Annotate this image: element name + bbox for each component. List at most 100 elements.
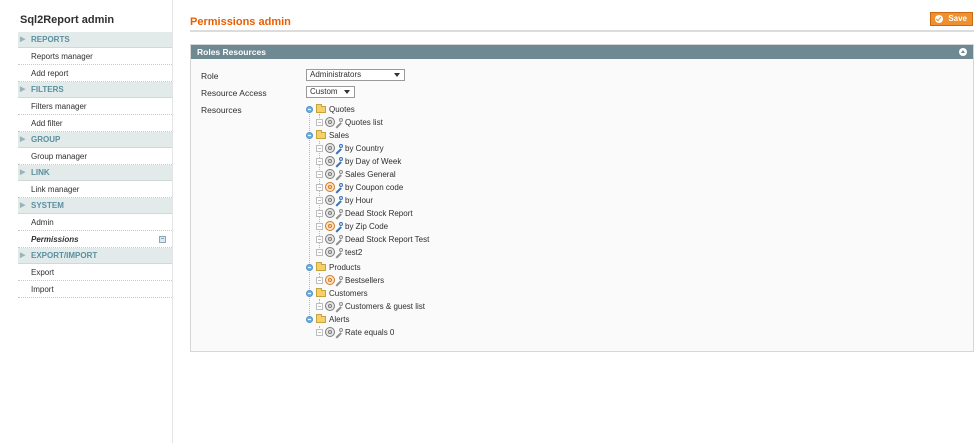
key-icon <box>334 196 343 205</box>
nav-section-export-import[interactable]: ▶ EXPORT/IMPORT <box>18 248 172 264</box>
save-button[interactable]: Save <box>930 12 973 26</box>
tree-leaf-label: by Day of Week <box>345 157 402 166</box>
collapse-toggle-icon[interactable] <box>306 316 313 323</box>
key-icon <box>334 157 343 166</box>
collapse-icon[interactable] <box>959 48 967 56</box>
tree-leaf-label: by Zip Code <box>345 222 389 231</box>
key-icon <box>334 183 343 192</box>
floppy-icon <box>159 236 166 243</box>
tree-leaf-label: by Hour <box>345 196 374 205</box>
tree-folder-label: Sales <box>329 131 350 140</box>
chevron-right-icon: ▶ <box>20 202 26 209</box>
resource-access-label: Resource Access <box>201 88 267 98</box>
sidebar-item-reports-manager[interactable]: Reports manager <box>18 48 172 65</box>
expand-plus-icon[interactable] <box>316 329 323 336</box>
expand-plus-icon[interactable] <box>316 236 323 243</box>
chevron-right-icon: ▶ <box>20 252 26 259</box>
folder-open-icon <box>316 314 326 323</box>
key-icon <box>334 328 343 337</box>
chevron-down-icon <box>394 73 400 77</box>
key-icon <box>334 235 343 244</box>
tree-folder-label: Products <box>329 263 361 272</box>
tree-leaf-label: by Coupon code <box>345 183 404 192</box>
expand-plus-icon[interactable] <box>316 197 323 204</box>
sidebar-item-export[interactable]: Export <box>18 264 172 281</box>
expand-plus-icon[interactable] <box>316 223 323 230</box>
nav-section-filters[interactable]: ▶ FILTERS <box>18 82 172 98</box>
key-icon <box>334 209 343 218</box>
collapse-toggle-icon[interactable] <box>306 264 313 271</box>
folder-open-icon <box>316 104 326 113</box>
sidebar-item-link-manager[interactable]: Link manager <box>18 181 172 198</box>
key-icon <box>334 302 343 311</box>
roles-resources-panel: Roles Resources Role Administrators Reso… <box>190 44 974 352</box>
expand-plus-icon[interactable] <box>316 158 323 165</box>
tree-leaf-label: Sales General <box>345 170 396 179</box>
expand-plus-icon[interactable] <box>316 171 323 178</box>
title-divider <box>190 30 974 32</box>
resource-access-value: Custom <box>310 87 338 96</box>
chevron-right-icon: ▶ <box>20 136 26 143</box>
nav-section-label: GROUP <box>31 135 61 144</box>
nav-section-label: REPORTS <box>31 35 70 44</box>
sidebar-item-add-filter[interactable]: Add filter <box>18 115 172 132</box>
tree-leaf-label: Dead Stock Report Test <box>345 235 430 244</box>
nav-section-label: EXPORT/IMPORT <box>31 251 98 260</box>
sidebar-item-admin[interactable]: Admin <box>18 214 172 231</box>
resource-access-select[interactable]: Custom <box>306 86 355 98</box>
tree-leaf-label: Rate equals 0 <box>345 328 395 337</box>
sidebar-item-import[interactable]: Import <box>18 281 172 298</box>
nav-section-label: LINK <box>31 168 50 177</box>
folder-open-icon <box>316 262 326 271</box>
key-icon <box>334 144 343 153</box>
expand-plus-icon[interactable] <box>316 119 323 126</box>
key-icon <box>334 118 343 127</box>
expand-plus-icon[interactable] <box>316 184 323 191</box>
nav-section-reports[interactable]: ▶ REPORTS <box>18 32 172 48</box>
tree-leaf-label: Dead Stock Report <box>345 209 413 218</box>
chevron-right-icon: ▶ <box>20 86 26 93</box>
expand-plus-icon[interactable] <box>316 249 323 256</box>
tree-leaf-label: test2 <box>345 248 363 257</box>
tree-leaf-label: by Country <box>345 144 384 153</box>
tree-folder-label: Customers <box>329 289 368 298</box>
sidebar-nav: ▶ REPORTS Reports manager Add report ▶ FIL… <box>18 32 172 298</box>
chevron-right-icon: ▶ <box>20 169 26 176</box>
nav-section-system[interactable]: ▶ SYSTEM <box>18 198 172 214</box>
tree-leaf-label: Quotes list <box>345 118 383 127</box>
key-icon <box>334 170 343 179</box>
sidebar-item-filters-manager[interactable]: Filters manager <box>18 98 172 115</box>
sidebar-title: Sql2Report admin <box>20 14 115 26</box>
sidebar-item-permissions[interactable]: Permissions <box>18 231 172 248</box>
collapse-toggle-icon[interactable] <box>306 290 313 297</box>
role-select[interactable]: Administrators <box>306 69 405 81</box>
page-title: Permissions admin <box>190 16 291 28</box>
expand-plus-icon[interactable] <box>316 303 323 310</box>
sidebar: Sql2Report admin ▶ REPORTS Reports manage… <box>0 0 173 443</box>
expand-plus-icon[interactable] <box>316 277 323 284</box>
expand-plus-icon[interactable] <box>316 210 323 217</box>
key-icon <box>334 248 343 257</box>
nav-section-link[interactable]: ▶ LINK <box>18 165 172 181</box>
nav-section-label: SYSTEM <box>31 201 64 210</box>
sidebar-item-add-report[interactable]: Add report <box>18 65 172 82</box>
folder-open-icon <box>316 130 326 139</box>
nav-section-label: FILTERS <box>31 85 64 94</box>
role-select-value: Administrators <box>310 70 362 79</box>
sidebar-item-group-manager[interactable]: Group manager <box>18 148 172 165</box>
tree-folder-label: Alerts <box>329 315 350 324</box>
expand-plus-icon[interactable] <box>316 145 323 152</box>
chevron-right-icon: ▶ <box>20 36 26 43</box>
role-label: Role <box>201 71 219 81</box>
key-icon <box>334 222 343 231</box>
chevron-down-icon <box>344 90 350 94</box>
resources-label: Resources <box>201 105 242 115</box>
collapse-toggle-icon[interactable] <box>306 132 313 139</box>
tree-leaf-label: Bestsellers <box>345 276 385 285</box>
sidebar-item-label: Permissions <box>31 235 79 244</box>
collapse-toggle-icon[interactable] <box>306 106 313 113</box>
folder-open-icon <box>316 288 326 297</box>
nav-section-group[interactable]: ▶ GROUP <box>18 132 172 148</box>
resource-tree: Quotes Quotes list Sales by Country by D… <box>306 104 606 344</box>
key-icon <box>334 276 343 285</box>
